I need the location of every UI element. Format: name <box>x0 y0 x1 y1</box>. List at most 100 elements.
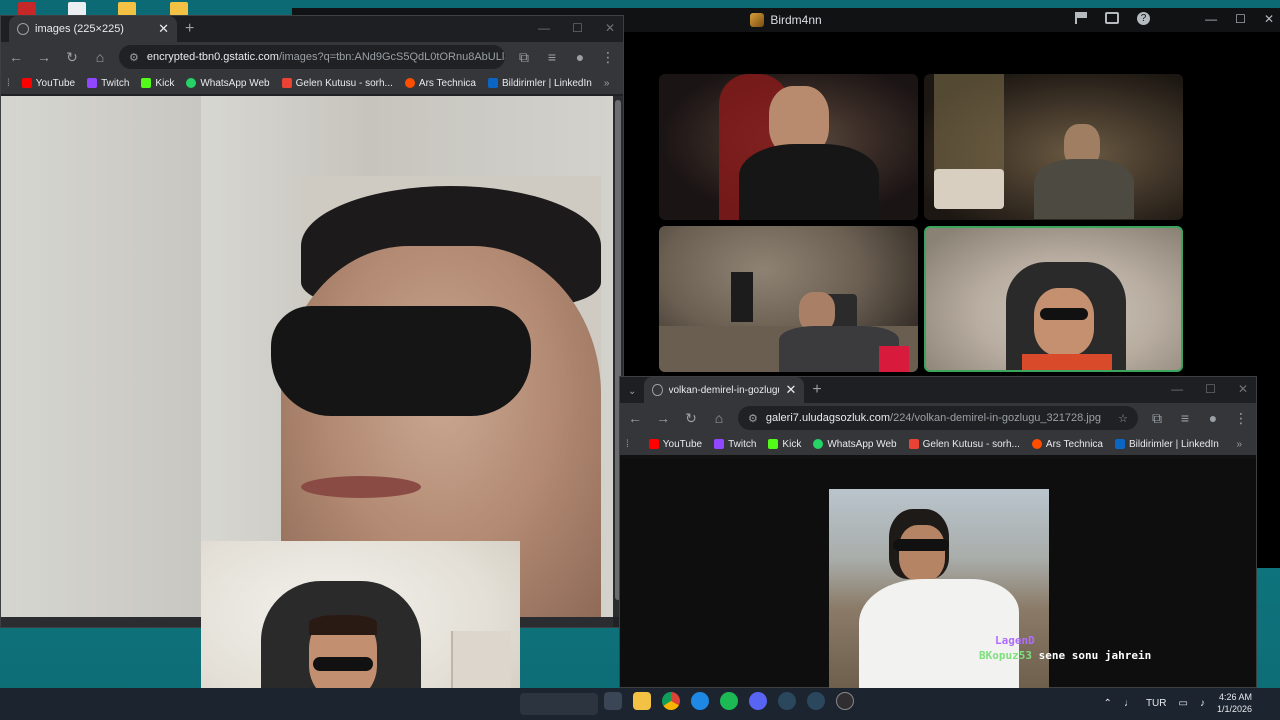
desktop-file-icon[interactable] <box>68 2 86 16</box>
close-button[interactable]: ✕ <box>605 21 615 35</box>
bookmark-linkedin[interactable]: Bildirimler | LinkedIn <box>487 78 592 89</box>
reload-icon[interactable]: ↻ <box>63 49 81 66</box>
desktop-folder-icon[interactable] <box>118 2 136 16</box>
inbox-icon[interactable] <box>1105 12 1119 24</box>
help-icon[interactable]: ? <box>1137 12 1150 25</box>
video-tile-speaking[interactable] <box>924 226 1183 372</box>
tab-title: images (225×225) <box>35 23 124 35</box>
close-button[interactable]: ✕ <box>1264 12 1274 26</box>
back-icon[interactable]: ← <box>626 410 644 426</box>
browser-tab[interactable]: volkan-demirel-in-gozlugu_321 ✕ <box>644 377 805 403</box>
back-icon[interactable]: ← <box>7 49 25 65</box>
tab-close-button[interactable]: ✕ <box>158 21 169 37</box>
video-tile[interactable] <box>659 226 918 372</box>
home-icon[interactable]: ⌂ <box>710 410 728 426</box>
bookmark-youtube[interactable]: YouTube <box>21 78 75 89</box>
address-bar[interactable]: ⚙ galeri7.uludagsozluk.com/224/volkan-de… <box>738 406 1138 430</box>
bookmark-label: WhatsApp Web <box>200 77 270 89</box>
menu-icon[interactable]: ⋮ <box>599 49 617 66</box>
home-icon[interactable]: ⌂ <box>91 49 109 65</box>
taskbar-search[interactable] <box>520 693 598 715</box>
tab-close-button[interactable]: ✕ <box>785 382 796 398</box>
maximize-button[interactable]: ☐ <box>572 21 583 35</box>
bookmark-twitch[interactable]: Twitch <box>714 439 756 450</box>
bookmark-ars-technica[interactable]: Ars Technica <box>1031 438 1103 450</box>
spotify-icon[interactable] <box>720 692 738 710</box>
app-icon[interactable] <box>691 692 709 710</box>
address-bar[interactable]: ⚙ encrypted-tbn0.gstatic.com/images?q=tb… <box>119 45 505 69</box>
apps-icon[interactable]: ⁞ <box>7 78 10 89</box>
bookmark-linkedin[interactable]: Bildirimler | LinkedIn <box>1114 438 1219 450</box>
menu-icon[interactable]: ⋮ <box>1232 410 1250 427</box>
more-bookmarks-button[interactable]: » <box>604 78 610 89</box>
bookmark-label: Kick <box>782 438 802 450</box>
profile-icon[interactable]: ● <box>1204 410 1222 426</box>
tab-search-icon[interactable]: ⌄ <box>628 386 636 397</box>
url-host: galeri7.uludagsozluk.com <box>765 412 891 424</box>
bookmark-label: Bildirimler | LinkedIn <box>1128 438 1219 450</box>
discord-icon[interactable] <box>749 692 767 710</box>
globe-icon <box>17 23 29 35</box>
more-bookmarks-button[interactable]: » <box>1236 439 1242 450</box>
site-info-icon[interactable]: ⚙ <box>129 51 139 64</box>
flag-icon[interactable] <box>1075 12 1087 24</box>
bookmark-label: Twitch <box>101 77 130 89</box>
forward-icon[interactable]: → <box>654 410 672 426</box>
bookmark-whatsapp[interactable]: WhatsApp Web <box>813 439 897 450</box>
chevron-up-icon[interactable]: ⌃ <box>1104 698 1112 709</box>
file-explorer-icon[interactable] <box>633 692 651 710</box>
bookmark-twitch[interactable]: Twitch <box>87 78 129 89</box>
discord-title: Birdm4nn <box>770 13 822 27</box>
bookmark-kick[interactable]: Kick <box>768 439 801 450</box>
extensions-icon[interactable]: ⧉ <box>515 49 533 66</box>
microphone-icon[interactable]: ♩ <box>1124 698 1134 709</box>
language-indicator[interactable]: TUR <box>1146 698 1167 709</box>
bookmark-label: Ars Technica <box>1045 438 1103 450</box>
video-tile[interactable] <box>659 74 918 220</box>
new-tab-button[interactable]: + <box>185 20 194 38</box>
clock[interactable]: 4:26 AM 1/1/2026 <box>1217 691 1252 715</box>
bookmark-kick[interactable]: Kick <box>141 78 174 89</box>
steam-icon[interactable] <box>778 692 796 710</box>
reload-icon[interactable]: ↻ <box>682 410 700 427</box>
video-tile[interactable] <box>924 74 1183 220</box>
kick-icon <box>141 78 152 88</box>
system-tray: ⌃ ♩ TUR ▭ ♪ 4:26 AM 1/1/2026 <box>1104 691 1252 715</box>
minimize-button[interactable]: — <box>538 21 550 35</box>
bookmark-youtube[interactable]: YouTube <box>648 439 702 450</box>
youtube-icon <box>648 439 659 449</box>
ars-technica-icon <box>404 78 415 88</box>
minimize-button[interactable]: — <box>1205 12 1217 26</box>
extensions-icon[interactable]: ⧉ <box>1148 410 1166 427</box>
volume-icon[interactable]: ♪ <box>1200 698 1205 709</box>
forward-icon[interactable]: → <box>35 49 53 65</box>
twitch-icon <box>87 78 98 88</box>
media-icon[interactable]: ≡ <box>1176 410 1194 426</box>
chrome-icon[interactable] <box>662 692 680 710</box>
site-info-icon[interactable]: ⚙ <box>748 412 758 425</box>
apps-icon[interactable]: ⁞ <box>626 439 629 450</box>
task-view-icon[interactable] <box>604 692 622 710</box>
bookmark-label: Gelen Kutusu - sorh... <box>922 438 1020 450</box>
maximize-button[interactable]: ☐ <box>1235 12 1246 26</box>
bookmark-gmail[interactable]: Gelen Kutusu - sorh... <box>281 78 393 89</box>
minimize-button[interactable]: — <box>1171 382 1183 396</box>
gmail-icon <box>281 78 292 88</box>
bookmark-gmail[interactable]: Gelen Kutusu - sorh... <box>908 438 1020 450</box>
bookmark-star-icon[interactable]: ☆ <box>1118 412 1128 425</box>
bookmark-whatsapp[interactable]: WhatsApp Web <box>186 77 270 89</box>
browser-tab[interactable]: images (225×225) ✕ <box>9 16 177 42</box>
desktop-folder-icon[interactable] <box>170 2 188 16</box>
tab-title: volkan-demirel-in-gozlugu_321 <box>668 384 780 396</box>
media-icon[interactable]: ≡ <box>543 49 561 65</box>
bookmark-ars-technica[interactable]: Ars Technica <box>404 78 476 89</box>
maximize-button[interactable]: ☐ <box>1205 382 1216 396</box>
obs-icon[interactable] <box>836 692 854 710</box>
steam-icon-2[interactable] <box>807 692 825 710</box>
new-tab-button[interactable]: + <box>812 381 821 399</box>
profile-icon[interactable]: ● <box>571 49 589 65</box>
close-button[interactable]: ✕ <box>1238 382 1248 396</box>
desktop-app-icon[interactable] <box>18 2 36 16</box>
linkedin-icon <box>487 78 498 88</box>
network-icon[interactable]: ▭ <box>1179 698 1188 709</box>
